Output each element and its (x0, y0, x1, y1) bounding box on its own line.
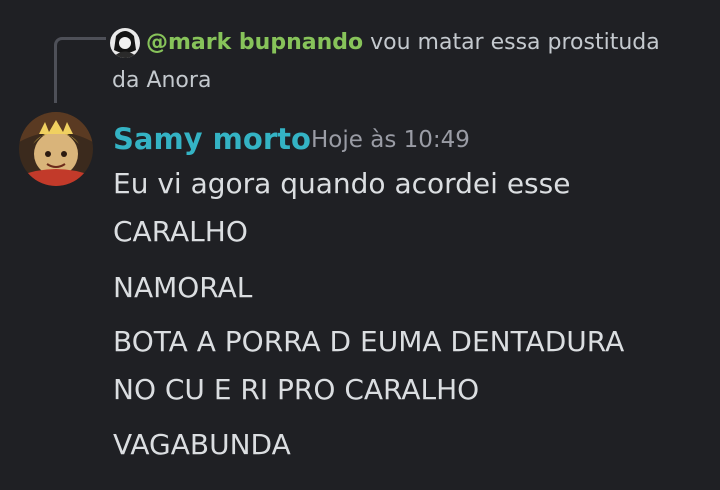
message-timestamp: Hoje às 10:49 (311, 127, 470, 153)
message-line: NAMORAL (113, 271, 253, 304)
reply-connector (54, 37, 106, 103)
message-line: CARALHO (113, 215, 248, 248)
reply-text: vou matar essa prostituda (370, 30, 660, 55)
reply-mention[interactable]: @mark bupnando (146, 30, 363, 55)
reply-text-continued: da Anora (112, 68, 212, 93)
message-line: BOTA A PORRA D EUMA DENTADURA (113, 325, 625, 358)
author-avatar[interactable] (19, 112, 93, 186)
message-line: VAGABUNDA (113, 428, 291, 461)
message-line: NO CU E RI PRO CARALHO (113, 373, 480, 406)
message-line: Eu vi agora quando acordei esse (113, 167, 571, 200)
reply-first-line: @mark bupnando vou matar essa prostituda (146, 28, 660, 58)
reply-avatar (110, 28, 140, 58)
author-name[interactable]: Samy morto (113, 120, 311, 158)
